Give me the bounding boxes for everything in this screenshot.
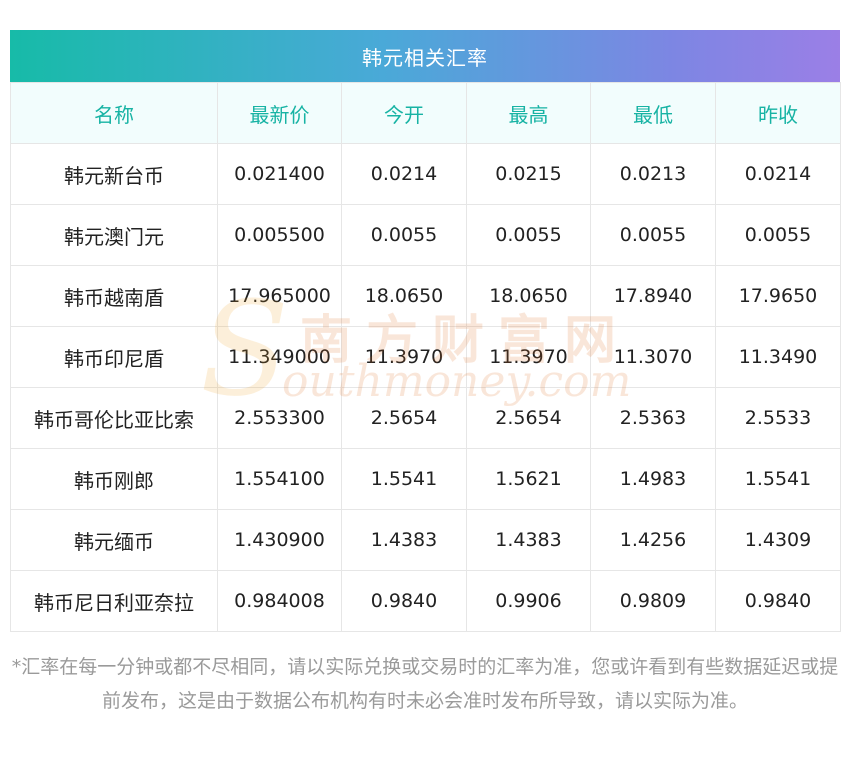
table-header-row: 名称 最新价 今开 最高 最低 昨收 (10, 82, 841, 144)
table-row: 韩币哥伦比亚比索 2.553300 2.5654 2.5654 2.5363 2… (10, 387, 841, 449)
currency-name: 韩币印尼盾 (10, 326, 218, 388)
open-price: 11.3970 (341, 326, 467, 388)
low-price: 0.0213 (590, 143, 716, 205)
open-price: 1.4383 (341, 509, 467, 571)
currency-name: 韩币尼日利亚奈拉 (10, 570, 218, 632)
prev-close-price: 1.5541 (715, 448, 841, 510)
header-name: 名称 (10, 82, 218, 144)
open-price: 2.5654 (341, 387, 467, 449)
latest-price: 17.965000 (217, 265, 342, 327)
low-price: 0.9809 (590, 570, 716, 632)
open-price: 1.5541 (341, 448, 467, 510)
low-price: 17.8940 (590, 265, 716, 327)
currency-name: 韩元新台币 (10, 143, 218, 205)
currency-name: 韩币刚郎 (10, 448, 218, 510)
currency-name: 韩元缅币 (10, 509, 218, 571)
table-row: 韩元新台币 0.021400 0.0214 0.0215 0.0213 0.02… (10, 143, 841, 205)
high-price: 11.3970 (466, 326, 591, 388)
latest-price: 0.021400 (217, 143, 342, 205)
low-price: 2.5363 (590, 387, 716, 449)
high-price: 0.0215 (466, 143, 591, 205)
latest-price: 1.554100 (217, 448, 342, 510)
high-price: 18.0650 (466, 265, 591, 327)
latest-price: 1.430900 (217, 509, 342, 571)
exchange-rate-card: 韩元相关汇率 名称 最新价 今开 最高 最低 昨收 韩元新台币 0.021400… (10, 30, 841, 632)
prev-close-price: 0.9840 (715, 570, 841, 632)
open-price: 18.0650 (341, 265, 467, 327)
prev-close-price: 1.4309 (715, 509, 841, 571)
high-price: 1.5621 (466, 448, 591, 510)
open-price: 0.0214 (341, 143, 467, 205)
high-price: 0.0055 (466, 204, 591, 266)
header-high: 最高 (466, 82, 591, 144)
prev-close-price: 17.9650 (715, 265, 841, 327)
prev-close-price: 2.5533 (715, 387, 841, 449)
currency-name: 韩币哥伦比亚比索 (10, 387, 218, 449)
open-price: 0.0055 (341, 204, 467, 266)
header-prev-close: 昨收 (715, 82, 841, 144)
disclaimer-note: *汇率在每一分钟或都不尽相同，请以实际兑换或交易时的汇率为准，您或许看到有些数据… (11, 656, 839, 712)
low-price: 1.4256 (590, 509, 716, 571)
latest-price: 0.005500 (217, 204, 342, 266)
table-row: 韩币印尼盾 11.349000 11.3970 11.3970 11.3070 … (10, 326, 841, 388)
table-row: 韩币越南盾 17.965000 18.0650 18.0650 17.8940 … (10, 265, 841, 327)
header-low: 最低 (590, 82, 716, 144)
currency-name: 韩币越南盾 (10, 265, 218, 327)
latest-price: 11.349000 (217, 326, 342, 388)
low-price: 11.3070 (590, 326, 716, 388)
latest-price: 0.984008 (217, 570, 342, 632)
prev-close-price: 11.3490 (715, 326, 841, 388)
table-row: 韩元缅币 1.430900 1.4383 1.4383 1.4256 1.430… (10, 509, 841, 571)
high-price: 2.5654 (466, 387, 591, 449)
table-title: 韩元相关汇率 (10, 30, 840, 82)
header-latest: 最新价 (217, 82, 342, 144)
header-open: 今开 (341, 82, 467, 144)
high-price: 1.4383 (466, 509, 591, 571)
exchange-rate-table: 名称 最新价 今开 最高 最低 昨收 韩元新台币 0.021400 0.0214… (10, 82, 841, 632)
low-price: 1.4983 (590, 448, 716, 510)
prev-close-price: 0.0214 (715, 143, 841, 205)
table-row: 韩元澳门元 0.005500 0.0055 0.0055 0.0055 0.00… (10, 204, 841, 266)
latest-price: 2.553300 (217, 387, 342, 449)
high-price: 0.9906 (466, 570, 591, 632)
open-price: 0.9840 (341, 570, 467, 632)
prev-close-price: 0.0055 (715, 204, 841, 266)
table-row: 韩币尼日利亚奈拉 0.984008 0.9840 0.9906 0.9809 0… (10, 570, 841, 632)
table-row: 韩币刚郎 1.554100 1.5541 1.5621 1.4983 1.554… (10, 448, 841, 510)
low-price: 0.0055 (590, 204, 716, 266)
currency-name: 韩元澳门元 (10, 204, 218, 266)
